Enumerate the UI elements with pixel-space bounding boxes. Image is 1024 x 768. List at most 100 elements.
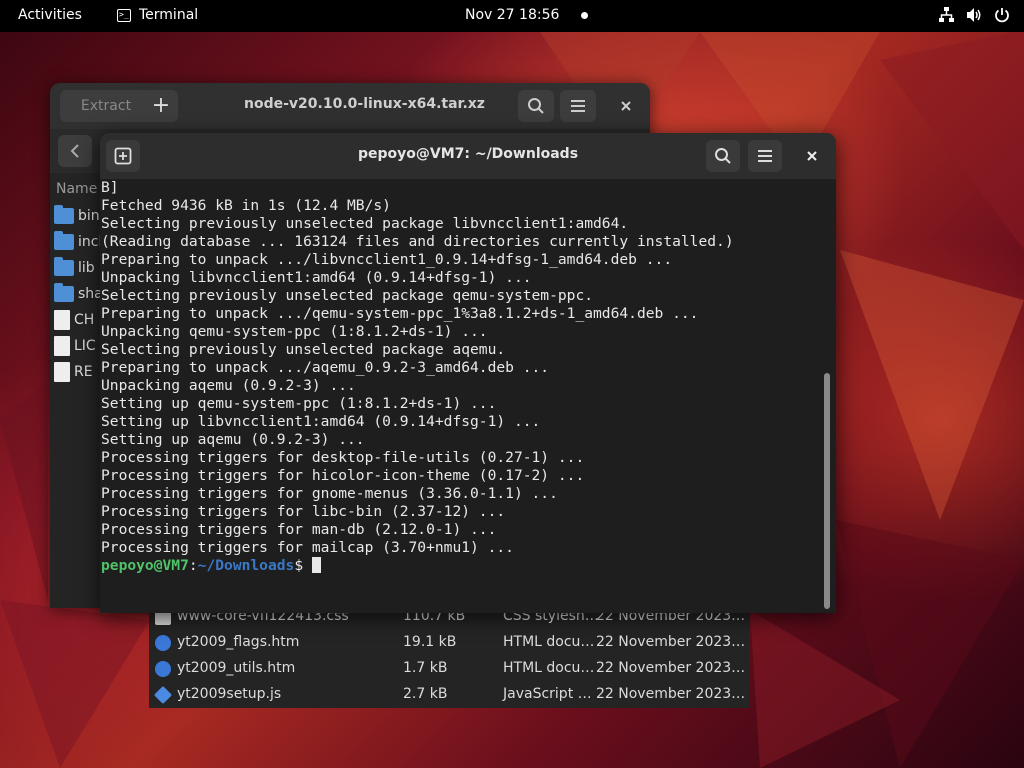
chevron-left-icon: [70, 144, 79, 158]
file-date: 22 November 2023…: [596, 660, 746, 676]
network-icon: [938, 7, 954, 23]
terminal-line: Selecting previously unselected package …: [101, 215, 629, 232]
terminal-line: Selecting previously unselected package …: [101, 287, 594, 304]
terminal-line: Selecting previously unselected package …: [101, 341, 506, 358]
file-size: 2.7 kB: [403, 686, 448, 702]
terminal-line: (Reading database ... 163124 files and d…: [101, 233, 734, 250]
terminal-window: pepoyo@VM7: ~/Downloads B] Fetched 9436 k…: [100, 133, 836, 613]
back-button[interactable]: [58, 135, 92, 167]
prompt-symbol: $: [294, 557, 312, 574]
terminal-line: Setting up libvncclient1:amd64 (0.9.14+d…: [101, 413, 541, 430]
terminal-line: Setting up aqemu (0.9.2-3) ...: [101, 431, 365, 448]
activities-button[interactable]: Activities: [18, 7, 82, 23]
folder-icon: [54, 283, 74, 302]
terminal-search-button[interactable]: [706, 140, 740, 172]
file-row[interactable]: yt2009_utils.htm 1.7 kB HTML docu… 22 Novem…: [149, 656, 749, 682]
file-date: 22 November 2023…: [596, 634, 746, 650]
file-name: yt2009setup.js: [177, 686, 282, 702]
terminal-close-button[interactable]: [802, 146, 822, 166]
folder-icon: [54, 257, 74, 276]
power-icon: [994, 7, 1010, 23]
terminal-line: Processing triggers for mailcap (3.70+nm…: [101, 539, 514, 556]
text-cursor: [311, 557, 321, 573]
file-type: HTML docu…: [503, 660, 595, 676]
terminal-line: Preparing to unpack .../qemu-system-ppc_…: [101, 305, 699, 322]
archive-sidebar-item[interactable]: LIC: [54, 335, 96, 357]
file-icon: [54, 362, 70, 382]
terminal-line: Processing triggers for hicolor-icon-the…: [101, 467, 585, 484]
terminal-icon: >_: [117, 8, 131, 22]
search-icon: [528, 98, 544, 114]
close-icon: [621, 101, 631, 111]
terminal-output[interactable]: B] Fetched 9436 kB in 1s (12.4 MB/s) Selec…: [101, 179, 821, 613]
archive-sidebar-label: RE: [74, 364, 93, 380]
close-icon: [807, 151, 817, 161]
terminal-line: Setting up qemu-system-ppc (1:8.1.2+ds-1…: [101, 395, 497, 412]
terminal-scrollbar[interactable]: [824, 373, 830, 609]
prompt-user: pepoyo@VM7: [101, 557, 189, 574]
volume-icon: [966, 7, 982, 23]
archive-sidebar-item[interactable]: RE: [54, 361, 93, 383]
search-icon: [715, 148, 731, 164]
archive-sidebar-item[interactable]: bin: [54, 205, 100, 227]
terminal-line: Unpacking libvncclient1:amd64 (0.9.14+df…: [101, 269, 532, 286]
file-icon: [54, 336, 70, 356]
archive-sidebar-label: LIC: [74, 338, 96, 354]
terminal-line: Preparing to unpack .../aqemu_0.9.2-3_am…: [101, 359, 550, 376]
html-file-icon: [155, 635, 171, 651]
plus-icon: +: [151, 93, 171, 118]
folder-icon: [54, 205, 74, 224]
file-size: 19.1 kB: [403, 634, 457, 650]
html-file-icon: [155, 661, 171, 677]
terminal-line: Processing triggers for gnome-menus (3.3…: [101, 485, 558, 502]
notification-dot: [581, 12, 588, 19]
archive-sidebar-item[interactable]: sha: [54, 283, 103, 305]
file-type: JavaScript …: [503, 686, 592, 702]
archive-sidebar-label: bin: [78, 208, 100, 224]
file-row[interactable]: yt2009setup.js 2.7 kB JavaScript … 22 Novem…: [149, 682, 749, 708]
terminal-line: Fetched 9436 kB in 1s (12.4 MB/s): [101, 197, 391, 214]
app-menu[interactable]: >_ Terminal: [117, 7, 198, 23]
file-row[interactable]: yt2009_flags.htm 19.1 kB HTML docu… 22 Nove…: [149, 630, 749, 656]
archive-sidebar-label: lib: [78, 260, 95, 276]
file-date: 22 November 2023…: [596, 686, 746, 702]
archive-file-list: www-core-vfl122413.css 110.7 kB CSS styles…: [149, 604, 749, 708]
archive-sidebar-label: CH: [74, 312, 95, 328]
terminal-line: Unpacking qemu-system-ppc (1:8.1.2+ds-1)…: [101, 323, 488, 340]
top-bar: Activities >_ Terminal Nov 27 18:56: [0, 0, 1024, 32]
terminal-header-bar: pepoyo@VM7: ~/Downloads: [100, 133, 836, 179]
file-name: yt2009_utils.htm: [177, 660, 296, 676]
javascript-file-icon: [153, 685, 173, 705]
file-size: 1.7 kB: [403, 660, 448, 676]
terminal-menu-button[interactable]: [748, 140, 782, 172]
file-icon: [54, 310, 70, 330]
prompt-path: ~/Downloads: [197, 557, 295, 574]
archive-sidebar-item[interactable]: incl: [54, 231, 102, 253]
terminal-line: Processing triggers for man-db (2.12.0-1…: [101, 521, 497, 538]
file-name: yt2009_flags.htm: [177, 634, 300, 650]
archive-menu-button[interactable]: [560, 90, 596, 122]
folder-icon: [54, 231, 74, 250]
extract-button[interactable]: Extract: [60, 90, 152, 122]
clock[interactable]: Nov 27 18:56: [465, 7, 559, 23]
archive-search-button[interactable]: [518, 90, 554, 122]
terminal-line: B]: [101, 179, 119, 196]
terminal-prompt: pepoyo@VM7:~/Downloads$: [101, 557, 821, 575]
terminal-line: Processing triggers for libc-bin (2.37-1…: [101, 503, 506, 520]
archive-header-bar: Extract + node-v20.10.0-linux-x64.tar.xz: [50, 83, 650, 129]
archive-sidebar-label: incl: [78, 234, 103, 250]
system-tray[interactable]: [938, 7, 1010, 23]
terminal-line: Unpacking aqemu (0.9.2-3) ...: [101, 377, 356, 394]
app-name: Terminal: [139, 7, 199, 23]
archive-sidebar-item[interactable]: lib: [54, 257, 95, 279]
file-type: HTML docu…: [503, 634, 595, 650]
archive-sidebar-item[interactable]: CH: [54, 309, 94, 331]
terminal-line: Preparing to unpack .../libvncclient1_0.…: [101, 251, 673, 268]
prompt-separator: :: [188, 557, 198, 574]
add-files-button[interactable]: +: [144, 90, 178, 122]
hamburger-menu-icon: [758, 150, 772, 162]
archive-title: node-v20.10.0-linux-x64.tar.xz: [244, 96, 485, 112]
hamburger-menu-icon: [571, 100, 585, 112]
archive-close-button[interactable]: [616, 96, 636, 116]
column-header-name[interactable]: Name: [56, 181, 97, 197]
